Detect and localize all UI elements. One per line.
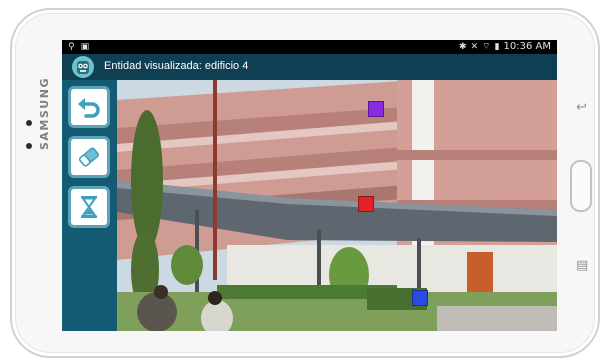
app-logo-icon[interactable] [72,56,94,78]
status-bar: ⚲ ▣ ✱ ✕ ⌔ ▮ 10:36 AM [62,40,557,54]
page-title: Entidad visualizada: edificio 4 [104,60,249,72]
app-title-bar: Entidad visualizada: edificio 4 [62,54,557,80]
hourglass-button[interactable] [68,186,110,228]
undo-arrow-icon [78,98,100,118]
menu-hardware-icon[interactable]: ▤ [576,258,588,273]
sensor-dot-icon [26,143,32,149]
mute-icon: ✕ [470,42,479,52]
front-camera-icon [26,120,32,126]
bluetooth-icon: ✱ [459,42,467,52]
ar-marker-red-cube[interactable] [358,196,374,212]
screenshot-notification-icon: ▣ [80,42,90,52]
status-time: 10:36 AM [503,41,551,52]
battery-icon: ▮ [494,42,500,52]
back-hardware-icon[interactable]: ↩ [576,100,587,115]
tool-sidebar [62,80,117,331]
eraser-button[interactable] [68,136,110,178]
location-pin-icon: ⚲ [68,42,75,52]
ar-camera-view[interactable] [117,80,557,331]
device-screen: ⚲ ▣ ✱ ✕ ⌔ ▮ 10:36 AM Entidad visualizada… [62,40,557,331]
home-hardware-button[interactable] [570,160,592,212]
building-photo [117,80,557,331]
device-brand-label: SAMSUNG [38,77,51,150]
hourglass-icon [81,196,97,218]
ar-marker-purple-cube[interactable] [368,101,384,117]
undo-button[interactable] [68,86,110,128]
wifi-icon: ⌔ [482,42,491,52]
eraser-icon [78,147,100,167]
ar-marker-blue-cube[interactable] [412,290,428,306]
